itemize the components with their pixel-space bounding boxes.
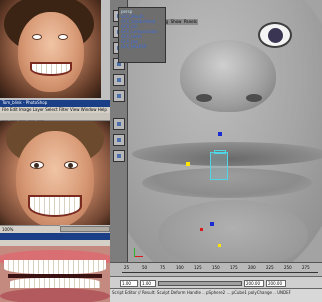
scale-tool-icon[interactable]	[113, 74, 125, 86]
tick-label: 125	[194, 265, 202, 270]
reference-photo-1	[0, 0, 101, 98]
photoshop-toolbar	[0, 113, 110, 127]
tick-label: 75	[160, 265, 166, 270]
manipulator-y-handle[interactable]	[218, 132, 222, 136]
tick-label: 150	[212, 265, 220, 270]
range-slider-bar: 1.00 1.00 200.00 200.00	[110, 276, 322, 288]
manipulator-z-handle[interactable]	[210, 222, 214, 226]
layout-four-icon[interactable]	[113, 134, 125, 146]
layout-persp-outliner-icon[interactable]	[113, 150, 125, 162]
manipulator-small-yellow[interactable]	[218, 244, 221, 247]
range-max-field[interactable]: 200.00	[266, 280, 286, 287]
horizontal-scrollbar[interactable]	[60, 226, 110, 232]
right-eye	[58, 34, 68, 40]
tick-label: 175	[230, 265, 238, 270]
reference-photo-teeth	[0, 246, 110, 302]
photoshop-title-bar[interactable]: Tom_blink - PhotoShop	[0, 100, 110, 107]
model-iris	[268, 28, 283, 43]
toothy-grin	[28, 195, 82, 217]
axis-indicator	[134, 248, 144, 258]
range-start-field[interactable]: 1.00	[120, 280, 138, 287]
grin	[30, 62, 72, 76]
selected-tooth-edge	[214, 150, 226, 154]
manipulator-red-handle[interactable]	[200, 228, 203, 231]
model-nostril-right	[246, 94, 262, 102]
lower-teeth	[10, 278, 100, 288]
range-slider[interactable]	[158, 281, 242, 286]
time-slider[interactable]: 25 50 75 100 125 150 175 200 225 250 275	[110, 262, 322, 276]
model-nostril-left	[196, 94, 212, 102]
model-chin	[158, 200, 308, 262]
right-pupil	[68, 163, 73, 168]
tick-label: 200	[248, 265, 256, 270]
tick-label: 275	[302, 265, 310, 270]
range-current-field[interactable]: 1.00	[140, 280, 156, 287]
tick-label: 225	[266, 265, 274, 270]
model-nose	[180, 40, 276, 112]
manipulator-tool-icon[interactable]	[113, 90, 125, 102]
range-end-field[interactable]: 200.00	[244, 280, 264, 287]
left-eye	[32, 34, 42, 40]
time-ruler	[122, 272, 318, 273]
left-pupil	[34, 163, 39, 168]
menu-show[interactable]: Show	[171, 19, 182, 24]
menu-panels[interactable]: Panels	[184, 19, 197, 24]
upper-teeth	[4, 260, 106, 274]
tick-label: 100	[176, 265, 184, 270]
outliner-item[interactable]: GFX_HELPER	[121, 44, 163, 49]
photoshop-status-bar: 100%	[0, 225, 60, 233]
face	[18, 12, 84, 92]
tick-label: 250	[284, 265, 292, 270]
tick-label: 25	[124, 265, 130, 270]
lower-lip	[0, 288, 110, 302]
teeth-window-title-bar[interactable]	[0, 233, 110, 240]
layout-single-icon[interactable]	[113, 118, 125, 130]
reference-photo-2	[0, 121, 110, 225]
outliner-panel: persp GFX_Mouth GFX_SubdivHead GFX_ctrl …	[118, 7, 166, 63]
tick-label: 50	[142, 265, 148, 270]
manipulator-x-handle[interactable]	[186, 162, 190, 166]
selected-tooth-box[interactable]	[210, 152, 228, 180]
command-line[interactable]: Script Editor // Result: Sculpt Deform H…	[110, 288, 322, 302]
